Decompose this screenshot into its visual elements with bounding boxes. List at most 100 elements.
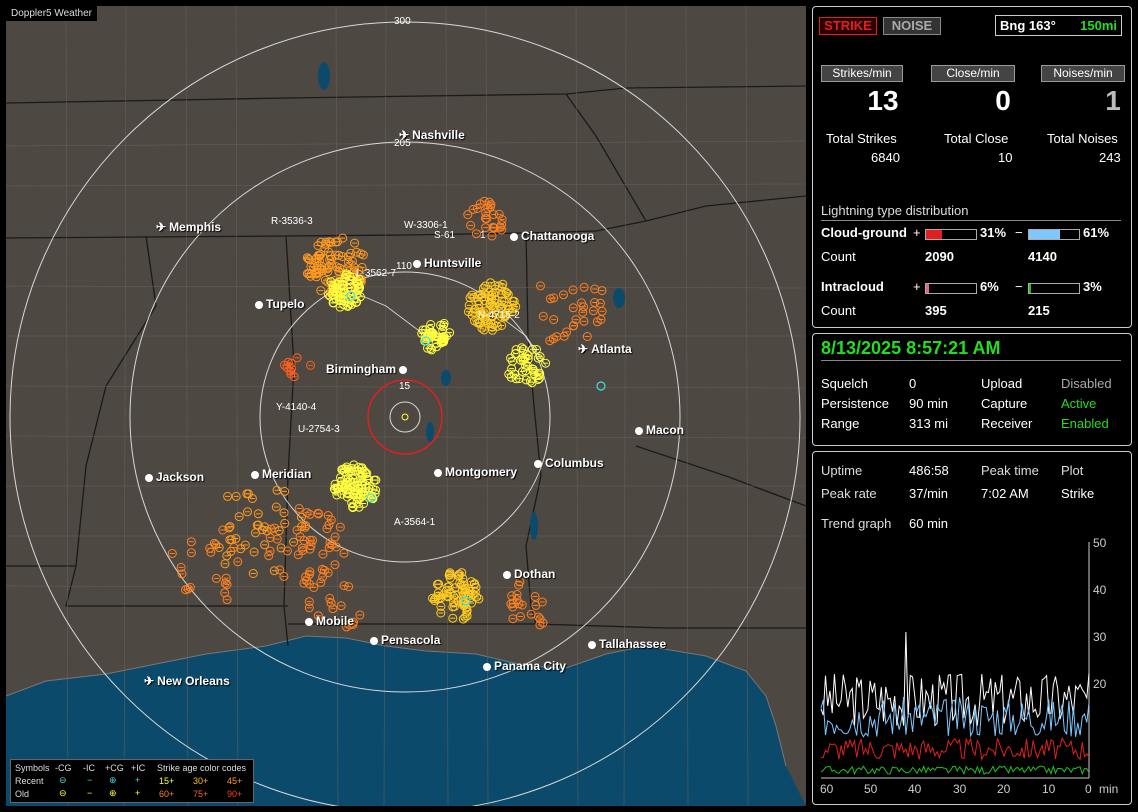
ic-count-label: Count <box>821 303 856 318</box>
settings-divider <box>821 360 1121 361</box>
city-memphis: ✈ Memphis <box>156 220 222 234</box>
cg-negative-percent: 61% <box>1083 225 1110 240</box>
ic-minus-sign: − <box>1015 279 1023 294</box>
total-noises-label: Total Noises <box>1047 131 1118 146</box>
cg-positive-count: 2090 <box>925 249 954 264</box>
receiver-value[interactable]: Enabled <box>1061 416 1109 431</box>
close-per-min-label: Close/min <box>931 65 1015 82</box>
city-dot-icon <box>510 233 518 241</box>
range-setting-value[interactable]: 313 mi <box>909 416 948 431</box>
peak-rate-value: 37/min <box>909 486 949 501</box>
legend-old-code-3: 90+ <box>227 789 243 799</box>
strike-button[interactable]: STRIKE <box>819 17 877 35</box>
cg-negative-count: 4140 <box>1028 249 1057 264</box>
ring-label-300: 300 <box>394 16 411 27</box>
x-tick-10: 10 <box>1042 782 1056 796</box>
distribution-divider <box>821 220 1121 221</box>
city-birmingham: Birmingham <box>326 362 408 376</box>
plot-label: Plot <box>1061 463 1084 478</box>
noise-button[interactable]: NOISE <box>883 17 941 35</box>
squelch-value[interactable]: 0 <box>909 376 916 391</box>
strike-stats-panel: STRIKE NOISE Bng 163° 150mi Strikes/min … <box>812 6 1132 328</box>
cg-count-label: Count <box>821 249 856 264</box>
settings-panel: 8/13/2025 8:57:21 AM Squelch 0 Upload Di… <box>812 333 1132 446</box>
city-dothan: Dothan <box>503 567 555 581</box>
storm-label[interactable]: U-2754-3 <box>298 424 340 435</box>
cg-positive-percent: 31% <box>980 225 1007 240</box>
cg-plus-sign: + <box>913 225 921 240</box>
y-tick-30: 30 <box>1093 630 1107 644</box>
cg-negative-bar <box>1028 229 1080 240</box>
close-per-min-value: 0 <box>995 85 1011 116</box>
persistence-value[interactable]: 90 min <box>909 396 948 411</box>
peak-time-label: Peak time <box>981 463 1039 478</box>
total-strikes-label: Total Strikes <box>826 131 897 146</box>
legend-recent-ic-minus-icon: − <box>87 775 93 785</box>
y-tick-40: 40 <box>1093 583 1107 597</box>
storm-label[interactable]: R-3536-3 <box>271 216 313 227</box>
city-chattanooga: Chattanooga <box>510 229 594 243</box>
x-tick-50: 50 <box>864 782 878 796</box>
trend-graph-value[interactable]: 60 min <box>909 516 948 531</box>
storm-label[interactable]: S-61 <box>434 230 455 241</box>
lightning-map[interactable]: Doppler5 Weather 300 205 110 15 ✈ Nashvil… <box>6 6 806 806</box>
total-close-label: Total Close <box>944 131 1009 146</box>
city-montgomery: Montgomery <box>434 465 517 479</box>
legend-symbols-label: Symbols <box>15 763 50 773</box>
city-new-orleans: ✈ New Orleans <box>144 674 230 688</box>
legend-recent-label: Recent <box>15 776 44 786</box>
storm-label[interactable]: A-3564-1 <box>394 517 435 528</box>
capture-label: Capture <box>981 396 1028 411</box>
trend-line-total <box>820 631 1090 727</box>
recent-strike-marker <box>596 381 606 391</box>
ring-label-15: 15 <box>399 381 411 392</box>
strike-legend: Symbols -CG -IC +CG +IC Strike age color… <box>10 759 254 803</box>
storm-label[interactable]: Y-4140-4 <box>276 402 316 413</box>
legend-recent-code-2: 30+ <box>193 776 209 786</box>
date-time-display: 8/13/2025 8:57:21 AM <box>821 338 1001 358</box>
uptime-value: 486:58 <box>909 463 949 478</box>
legend-old-ic-minus-icon: − <box>87 788 93 798</box>
ic-negative-count: 215 <box>1028 303 1050 318</box>
city-dot-icon <box>483 663 491 671</box>
legend-old-code-2: 75+ <box>193 789 209 799</box>
storm-label[interactable]: 1 <box>480 230 486 241</box>
legend-cg-minus: -CG <box>55 763 72 773</box>
total-close-value: 10 <box>998 150 1013 165</box>
plot-value[interactable]: Strike <box>1061 486 1094 501</box>
capture-value[interactable]: Active <box>1061 396 1096 411</box>
trend-panel: Uptime 486:58 Peak time Plot Peak rate 3… <box>812 451 1132 805</box>
squelch-label: Squelch <box>821 376 868 391</box>
storm-label[interactable]: N-4715-2 <box>478 310 520 321</box>
city-meridian: Meridian <box>251 467 311 481</box>
airport-icon: ✈ <box>399 128 410 142</box>
city-dot-icon <box>251 471 259 479</box>
bearing-range-display: Bng 163° 150mi <box>995 15 1122 36</box>
noises-per-min-value: 1 <box>1105 85 1121 116</box>
city-dot-icon <box>534 460 542 468</box>
upload-value[interactable]: Disabled <box>1061 376 1112 391</box>
city-nashville: ✈ Nashville <box>399 128 465 142</box>
storm-label[interactable]: L-3562-7 <box>356 268 396 279</box>
legend-old-cg-minus-icon: ⊖ <box>59 788 67 798</box>
map-canvas <box>6 6 806 806</box>
city-dot-icon <box>399 366 408 374</box>
ic-positive-percent: 6% <box>980 279 999 294</box>
city-dot-icon <box>503 571 511 579</box>
airport-icon: ✈ <box>578 342 589 356</box>
ic-plus-sign: + <box>913 279 921 294</box>
peak-time-value: 7:02 AM <box>981 486 1029 501</box>
distribution-title: Lightning type distribution <box>821 203 969 218</box>
legend-recent-cg-plus-icon: ⊕ <box>109 775 117 785</box>
range-value: 150mi <box>1080 18 1117 33</box>
total-strikes-value: 6840 <box>871 150 900 165</box>
cg-minus-sign: − <box>1015 225 1023 240</box>
app-title: Doppler5 Weather <box>6 6 97 21</box>
city-dot-icon <box>434 469 442 477</box>
city-macon: Macon <box>635 423 684 437</box>
airport-icon: ✈ <box>144 674 155 688</box>
cg-positive-bar <box>925 229 977 240</box>
total-noises-value: 243 <box>1099 150 1121 165</box>
city-dot-icon <box>255 301 263 309</box>
x-tick-0: 0 <box>1085 782 1092 796</box>
